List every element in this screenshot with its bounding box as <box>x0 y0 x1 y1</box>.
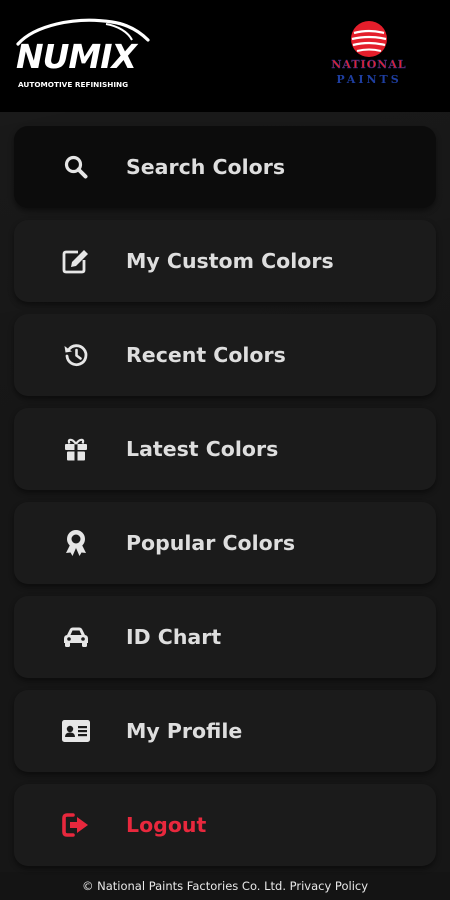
national-paints-logo: NATIONAL PAINTS <box>306 16 432 92</box>
numix-logo: NUMIX AUTOMOTIVE REFINISHING <box>14 14 154 94</box>
menu-item-label: Popular Colors <box>126 531 296 555</box>
menu-item-search-colors[interactable]: Search Colors <box>14 126 436 208</box>
logout-icon <box>61 811 91 839</box>
gift-icon <box>61 435 91 463</box>
menu-item-label: Search Colors <box>126 155 286 179</box>
menu-item-label: Logout <box>126 813 207 837</box>
car-icon <box>61 623 91 651</box>
menu-item-my-custom-colors[interactable]: My Custom Colors <box>14 220 436 302</box>
privacy-policy-link[interactable]: Privacy Policy <box>290 879 368 893</box>
menu-item-label: Latest Colors <box>126 437 279 461</box>
globe-icon <box>351 21 387 57</box>
numix-tagline: AUTOMOTIVE REFINISHING <box>18 80 129 89</box>
main-menu: Search Colors My Custom Colors Recent Co… <box>0 112 450 872</box>
id-card-icon <box>61 717 91 745</box>
search-icon <box>61 153 91 181</box>
copyright-text: © National Paints Factories Co. Ltd. <box>81 879 286 893</box>
menu-item-latest-colors[interactable]: Latest Colors <box>14 408 436 490</box>
edit-icon <box>61 247 91 275</box>
app-header: NUMIX AUTOMOTIVE REFINISHING NATIONAL PA… <box>0 0 450 112</box>
national-wordmark: NATIONAL <box>331 58 407 71</box>
footer: © National Paints Factories Co. Ltd. Pri… <box>0 872 450 900</box>
menu-item-label: My Profile <box>126 719 243 743</box>
menu-item-label: Recent Colors <box>126 343 286 367</box>
menu-item-label: My Custom Colors <box>126 249 334 273</box>
numix-wordmark: NUMIX <box>16 37 137 76</box>
award-icon <box>61 529 91 557</box>
history-icon <box>61 341 91 369</box>
paints-wordmark: PAINTS <box>336 73 402 86</box>
menu-item-id-chart[interactable]: ID Chart <box>14 596 436 678</box>
menu-item-label: ID Chart <box>126 625 222 649</box>
menu-item-recent-colors[interactable]: Recent Colors <box>14 314 436 396</box>
menu-item-popular-colors[interactable]: Popular Colors <box>14 502 436 584</box>
menu-item-my-profile[interactable]: My Profile <box>14 690 436 772</box>
menu-item-logout[interactable]: Logout <box>14 784 436 866</box>
